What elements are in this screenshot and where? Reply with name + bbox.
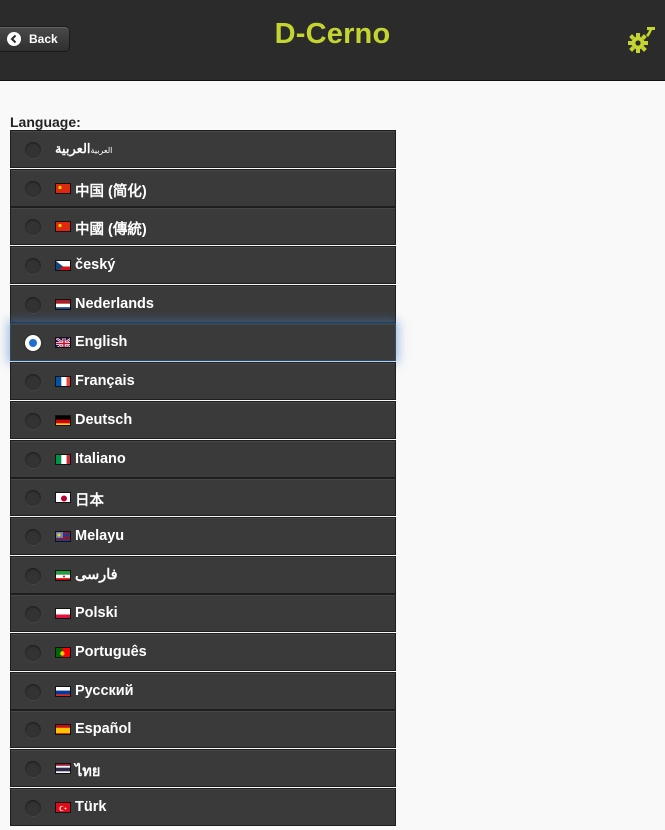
- language-option-label: Nederlands: [75, 295, 154, 312]
- radio-unchecked-icon[interactable]: [25, 219, 41, 236]
- flag-pl-icon: [55, 608, 71, 620]
- radio-unchecked-icon[interactable]: [25, 722, 41, 739]
- language-option[interactable]: Español: [10, 710, 396, 749]
- language-option-label: 日本: [75, 493, 104, 510]
- radio-checked-icon[interactable]: [25, 335, 41, 352]
- radio-unchecked-icon[interactable]: [25, 258, 41, 275]
- flag-ru-icon: [55, 685, 71, 697]
- language-option-label: Français: [75, 373, 135, 390]
- language-option[interactable]: ไทย: [10, 749, 396, 787]
- language-option[interactable]: český: [10, 246, 396, 285]
- language-option[interactable]: 日本: [10, 478, 396, 517]
- flag-cz-icon: [55, 260, 71, 272]
- radio-unchecked-icon[interactable]: [25, 490, 41, 507]
- language-option[interactable]: Türk: [10, 787, 396, 826]
- radio-unchecked-icon[interactable]: [25, 644, 41, 661]
- page-title: D-Cerno: [274, 18, 391, 50]
- language-option-label: Türk: [75, 798, 107, 815]
- language-option-label: فارسی: [75, 566, 118, 583]
- radio-unchecked-icon[interactable]: [25, 528, 41, 545]
- flag-fr-icon: [55, 376, 71, 388]
- language-option-label: Deutsch: [75, 411, 133, 428]
- language-option-label: Español: [75, 721, 132, 738]
- language-option-label: 中国 (简化): [75, 183, 147, 200]
- flag-nl-icon: [55, 298, 71, 310]
- language-option[interactable]: 中國 (傳統): [10, 207, 396, 246]
- language-option-label: English: [75, 334, 128, 351]
- flag-cn-icon: [55, 221, 71, 233]
- language-option-label: 中國 (傳統): [75, 222, 147, 239]
- language-option[interactable]: Polski: [10, 594, 396, 633]
- flag-de-icon: [55, 414, 71, 426]
- language-option-label: Русский: [75, 682, 134, 699]
- language-option[interactable]: Italiano: [10, 439, 396, 478]
- radio-unchecked-icon[interactable]: [25, 567, 41, 584]
- language-option[interactable]: Melayu: [10, 516, 396, 555]
- flag-cn-icon: [55, 182, 71, 194]
- radio-unchecked-icon[interactable]: [25, 451, 41, 468]
- app-header: Back D-Cerno: [0, 0, 665, 81]
- flag-my-icon: [55, 530, 71, 542]
- language-option[interactable]: Русский: [10, 671, 396, 710]
- flag-tr-icon: [55, 801, 71, 813]
- language-option[interactable]: English: [10, 323, 396, 362]
- language-option-label: český: [75, 257, 116, 274]
- radio-unchecked-icon[interactable]: [25, 374, 41, 391]
- radio-unchecked-icon[interactable]: [25, 606, 41, 623]
- language-option-label: العربيةالعربية: [55, 141, 113, 156]
- language-option[interactable]: فارسی: [10, 555, 396, 594]
- flag-uk-icon: [55, 337, 71, 349]
- flag-es-icon: [55, 724, 71, 736]
- flag-it-icon: [55, 453, 71, 465]
- language-option[interactable]: Português: [10, 632, 396, 671]
- radio-unchecked-icon[interactable]: [25, 142, 41, 158]
- flag-pt-icon: [55, 646, 71, 658]
- language-option-sublabel: العربية: [90, 146, 113, 155]
- language-option-label: Italiano: [75, 450, 126, 467]
- radio-unchecked-icon[interactable]: [25, 296, 41, 313]
- language-option-label: ไทย: [75, 764, 101, 780]
- language-option[interactable]: 中国 (简化): [10, 168, 396, 207]
- flag-jp-icon: [55, 492, 71, 504]
- radio-unchecked-icon[interactable]: [25, 799, 41, 816]
- radio-unchecked-icon[interactable]: [25, 761, 41, 777]
- language-option-label: Português: [75, 643, 147, 660]
- language-option[interactable]: Nederlands: [10, 284, 396, 323]
- flag-ir-icon: [55, 569, 71, 581]
- language-option[interactable]: Français: [10, 362, 396, 401]
- gear-icon[interactable]: [625, 24, 657, 56]
- radio-unchecked-icon[interactable]: [25, 180, 41, 197]
- radio-unchecked-icon[interactable]: [25, 683, 41, 700]
- language-label: Language:: [10, 114, 81, 130]
- flag-th-icon: [55, 763, 71, 774]
- language-option[interactable]: العربيةالعربية: [10, 130, 396, 168]
- radio-unchecked-icon[interactable]: [25, 412, 41, 429]
- language-option-label: Melayu: [75, 527, 125, 544]
- language-option-label: Polski: [75, 605, 118, 622]
- language-list: العربيةالعربية 中国 (简化) 中國 (傳統) český Nederla…: [10, 130, 396, 826]
- language-option[interactable]: Deutsch: [10, 400, 396, 439]
